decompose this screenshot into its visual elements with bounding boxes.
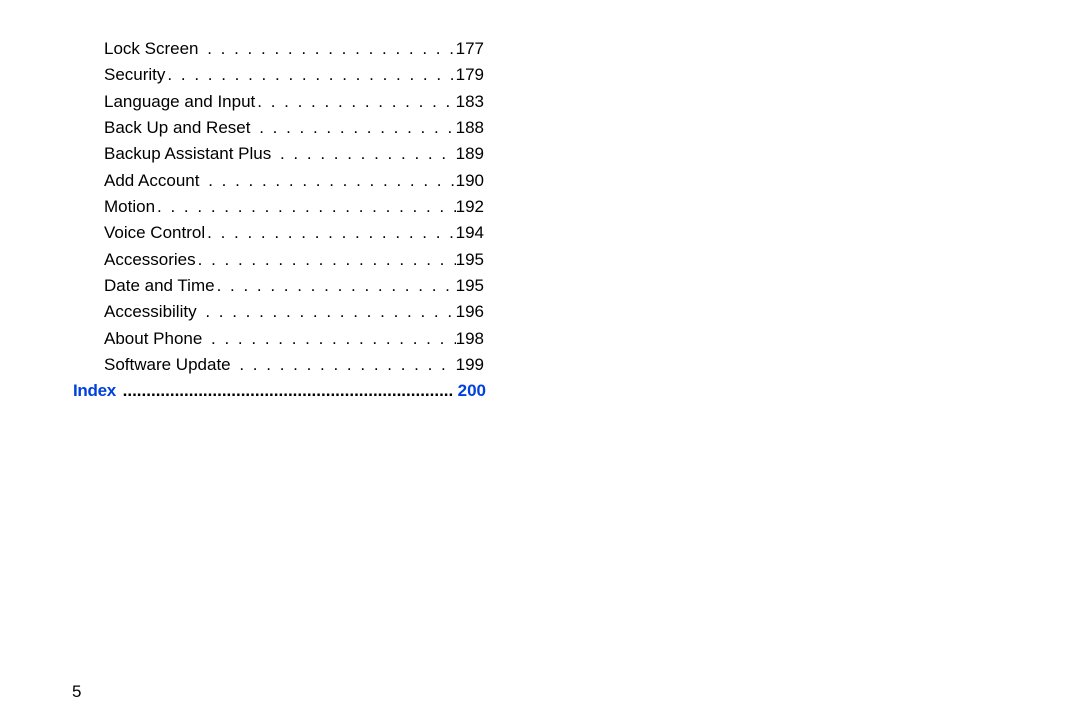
- toc-page: 177: [456, 36, 484, 62]
- toc-leader-dots: . . . . . . . . . . . . . . . . . . . . …: [215, 273, 456, 299]
- page-number: 5: [72, 682, 81, 702]
- toc-entry-security: Security . . . . . . . . . . . . . . . .…: [104, 62, 484, 88]
- toc-page: 188: [456, 115, 484, 141]
- toc-entry-index: Index ..................................…: [73, 378, 486, 404]
- toc-page: 194: [456, 220, 484, 246]
- toc-page: 192: [456, 194, 484, 220]
- toc-label: Accessibility: [104, 299, 197, 325]
- toc-leader-dots: . . . . . . . . . . . . . . . . . . . . …: [202, 326, 455, 352]
- toc-label: Date and Time: [104, 273, 215, 299]
- toc-page: 198: [456, 326, 484, 352]
- toc-entry-backup-reset: Back Up and Reset . . . . . . . . . . . …: [104, 115, 484, 141]
- toc-page: 199: [456, 352, 484, 378]
- toc-leader-dots: . . . . . . . . . . . . . . . . . . . . …: [196, 247, 456, 273]
- toc-label: Voice Control: [104, 220, 205, 246]
- toc-entry-date-time: Date and Time . . . . . . . . . . . . . …: [104, 273, 484, 299]
- toc-label: Add Account: [104, 168, 199, 194]
- toc-entry-accessories: Accessories . . . . . . . . . . . . . . …: [104, 247, 484, 273]
- toc-leader-dots: . . . . . . . . . . . . . . . . . . . . …: [205, 220, 456, 246]
- toc-label: About Phone: [104, 326, 202, 352]
- toc-page: 183: [456, 89, 484, 115]
- toc-label: Software Update: [104, 352, 231, 378]
- toc-leader-dots: . . . . . . . . . . . . . . . . . . . . …: [199, 168, 455, 194]
- toc-leader-dots: . . . . . . . . . . . . . . . . . . . . …: [199, 36, 456, 62]
- toc-leader-dots: . . . . . . . . . . . . . . . . . . . . …: [165, 62, 455, 88]
- toc-page: 179: [456, 62, 484, 88]
- toc-page: 195: [456, 247, 484, 273]
- toc-entry-add-account: Add Account . . . . . . . . . . . . . . …: [104, 168, 484, 194]
- toc-entry-motion: Motion . . . . . . . . . . . . . . . . .…: [104, 194, 484, 220]
- toc-label: Security: [104, 62, 165, 88]
- toc-index-page: 200: [458, 378, 486, 404]
- toc-leader-dots: . . . . . . . . . . . . . . . . . . . . …: [250, 115, 455, 141]
- toc-leader-dots: . . . . . . . . . . . . . . . . . . . . …: [255, 89, 455, 115]
- toc-entry-voice-control: Voice Control . . . . . . . . . . . . . …: [104, 220, 484, 246]
- toc-page: 190: [456, 168, 484, 194]
- toc-leader-dots: . . . . . . . . . . . . . . . . . . . . …: [197, 299, 456, 325]
- toc-label: Accessories: [104, 247, 196, 273]
- toc-label: Back Up and Reset: [104, 115, 250, 141]
- toc-index-label: Index: [73, 378, 116, 404]
- toc-label: Language and Input: [104, 89, 255, 115]
- toc-page: 196: [456, 299, 484, 325]
- toc-label: Backup Assistant Plus: [104, 141, 271, 167]
- toc-entry-backup-assistant: Backup Assistant Plus . . . . . . . . . …: [104, 141, 484, 167]
- toc-leader-dots: ........................................…: [116, 378, 458, 404]
- toc-container: Lock Screen . . . . . . . . . . . . . . …: [104, 36, 484, 405]
- toc-page: 189: [456, 141, 484, 167]
- toc-entry-lock-screen: Lock Screen . . . . . . . . . . . . . . …: [104, 36, 484, 62]
- toc-page: 195: [456, 273, 484, 299]
- toc-leader-dots: . . . . . . . . . . . . . . . . . . . . …: [271, 141, 455, 167]
- toc-label: Lock Screen: [104, 36, 199, 62]
- toc-entry-about-phone: About Phone . . . . . . . . . . . . . . …: [104, 326, 484, 352]
- toc-leader-dots: . . . . . . . . . . . . . . . . . . . . …: [155, 194, 456, 220]
- toc-label: Motion: [104, 194, 155, 220]
- toc-entry-software-update: Software Update . . . . . . . . . . . . …: [104, 352, 484, 378]
- toc-entry-language-input: Language and Input . . . . . . . . . . .…: [104, 89, 484, 115]
- toc-entry-accessibility: Accessibility . . . . . . . . . . . . . …: [104, 299, 484, 325]
- toc-leader-dots: . . . . . . . . . . . . . . . . . . . . …: [231, 352, 456, 378]
